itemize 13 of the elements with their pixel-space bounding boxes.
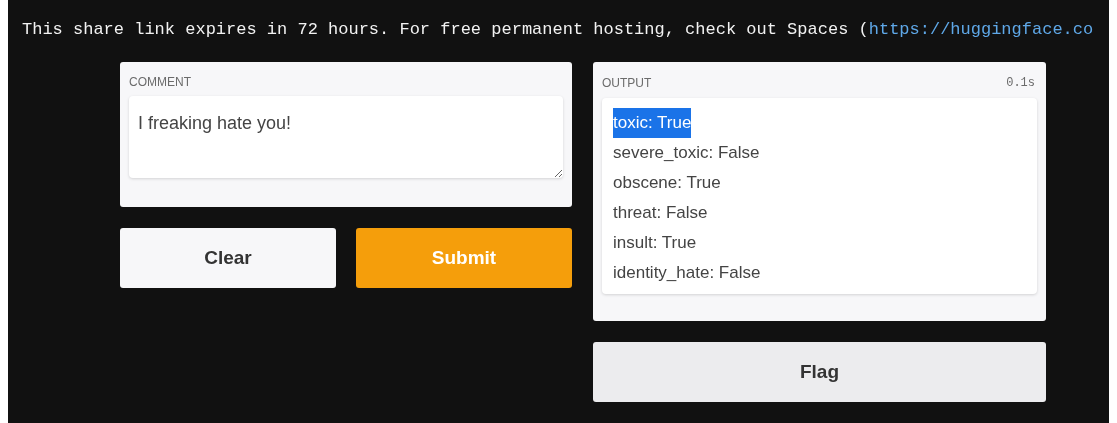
comment-label: COMMENT xyxy=(129,74,192,90)
output-line: severe_toxic: False xyxy=(613,142,760,164)
output-line: obscene: True xyxy=(613,172,721,194)
output-line: identity_hate: False xyxy=(613,262,761,284)
comment-input[interactable]: I freaking hate you! xyxy=(129,96,563,178)
elapsed-time: 0.1s xyxy=(1006,75,1036,92)
output-line: threat: False xyxy=(613,202,708,224)
clear-button[interactable]: Clear xyxy=(120,228,336,288)
output-label: OUTPUT xyxy=(602,75,652,91)
spaces-link[interactable]: https://huggingface.co xyxy=(868,20,1094,39)
flag-button[interactable]: Flag xyxy=(593,342,1046,402)
share-notice: This share link expires in 72 hours. For free permanent hosting, check out Spaces ( xyxy=(22,20,869,39)
output-line: insult: True xyxy=(613,232,697,254)
